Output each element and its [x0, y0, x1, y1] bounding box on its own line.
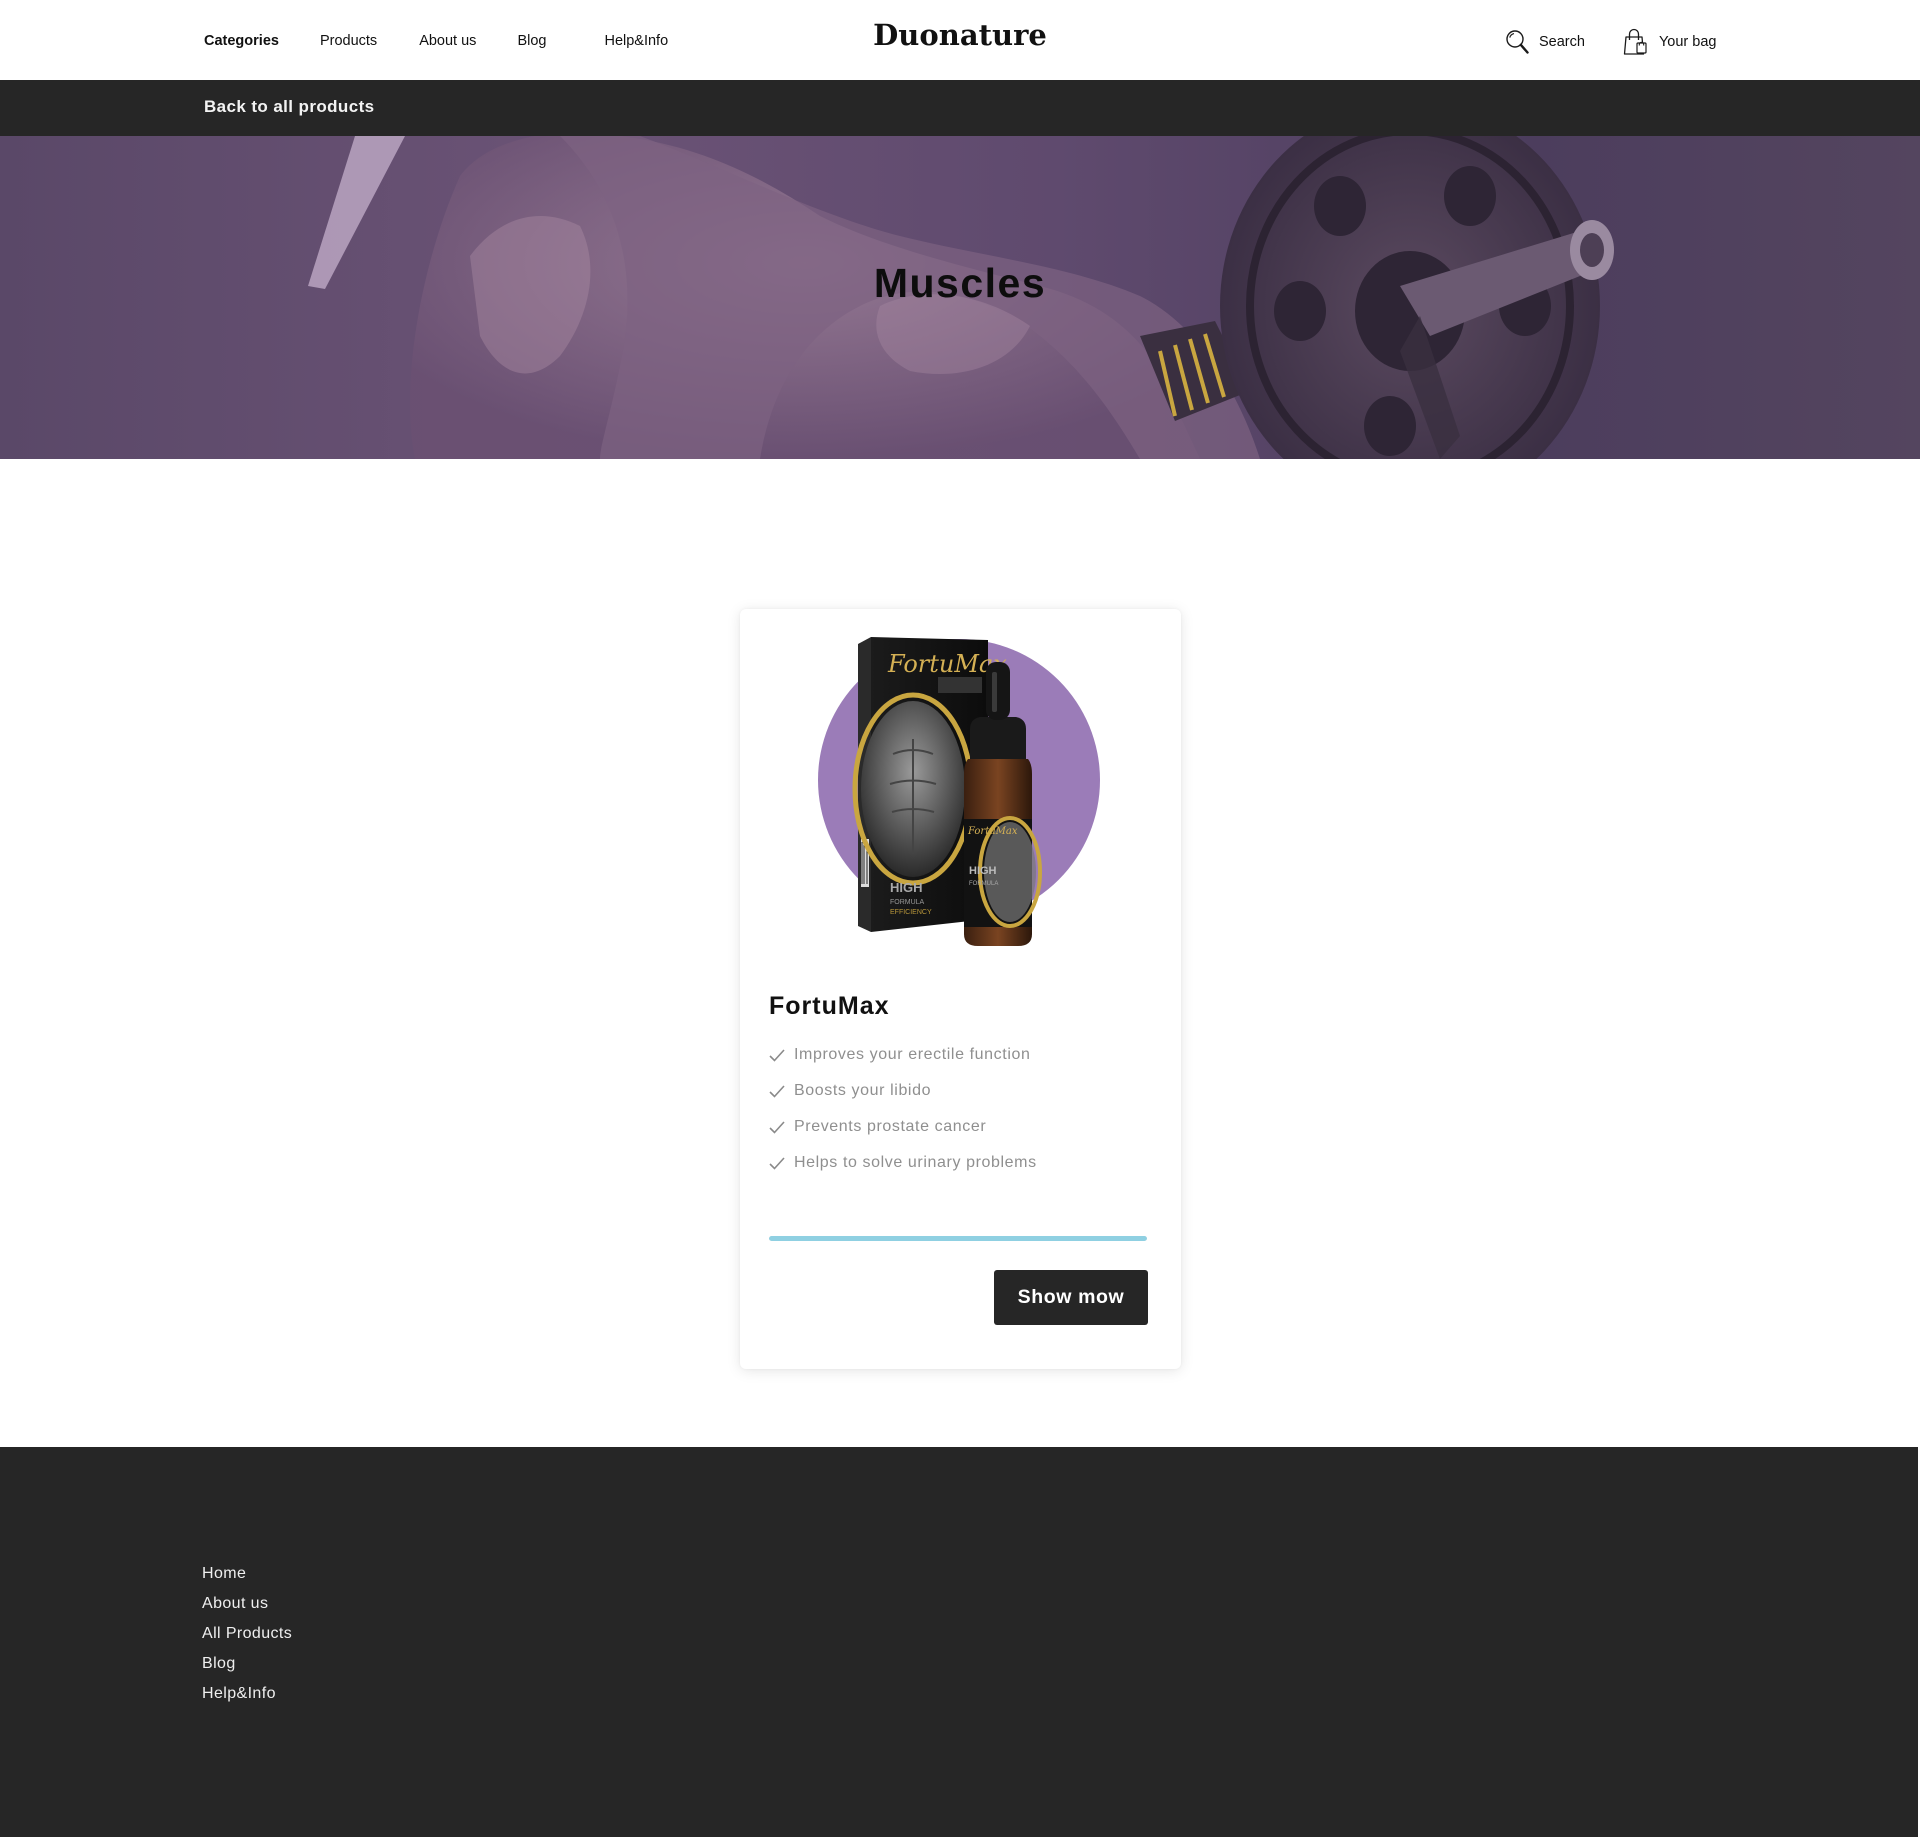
product-image[interactable]: FortuMax HIGH FORMULA EFFICIENCY FortuMa…	[818, 634, 1104, 964]
site-footer: Home About us All Products Blog Help&Inf…	[0, 1447, 1918, 1837]
check-icon	[769, 1156, 785, 1170]
nav-help-info[interactable]: Help&Info	[604, 33, 668, 49]
check-icon	[769, 1084, 785, 1098]
header-actions: Search Your bag	[1505, 28, 1716, 56]
site-logo[interactable]: Duonature	[873, 18, 1047, 52]
search-label: Search	[1539, 34, 1585, 50]
search-button[interactable]: Search	[1505, 29, 1585, 55]
nav-about-us[interactable]: About us	[419, 33, 476, 49]
footer-link-home[interactable]: Home	[202, 1565, 292, 1595]
search-icon	[1506, 30, 1529, 54]
svg-text:FORMULA: FORMULA	[969, 881, 998, 887]
feature-item: Helps to solve urinary problems	[769, 1145, 1037, 1181]
footer-link-blog[interactable]: Blog	[202, 1655, 292, 1685]
product-progress-fill	[769, 1236, 1147, 1241]
product-name[interactable]: FortuMax	[769, 992, 890, 1021]
site-header: Categories Products About us Blog Help&I…	[0, 0, 1920, 80]
product-features: Improves your erectile function Boosts y…	[769, 1037, 1037, 1181]
nav-categories[interactable]: Categories	[204, 33, 279, 49]
footer-link-about-us[interactable]: About us	[202, 1595, 292, 1625]
show-now-button[interactable]: Show mow	[994, 1270, 1148, 1325]
feature-item: Improves your erectile function	[769, 1037, 1037, 1073]
svg-text:FortuMax: FortuMax	[967, 826, 1018, 837]
check-icon	[769, 1120, 785, 1134]
feature-text: Boosts your libido	[794, 1082, 932, 1099]
svg-text:HIGH: HIGH	[969, 865, 997, 877]
feature-item: Boosts your libido	[769, 1073, 1037, 1109]
bag-button[interactable]: Your bag	[1623, 28, 1717, 56]
svg-text:EFFICIENCY: EFFICIENCY	[890, 909, 932, 916]
feature-text: Helps to solve urinary problems	[794, 1154, 1037, 1171]
bag-label: Your bag	[1658, 34, 1717, 50]
svg-text:HIGH: HIGH	[890, 880, 923, 895]
product-progress-bar	[769, 1236, 1147, 1241]
footer-link-all-products[interactable]: All Products	[202, 1625, 292, 1655]
main-nav: Categories Products About us Blog Help&I…	[204, 33, 668, 49]
check-icon	[769, 1048, 785, 1062]
back-bar: Back to all products	[0, 80, 1920, 136]
product-card[interactable]: FortuMax HIGH FORMULA EFFICIENCY FortuMa…	[740, 609, 1181, 1369]
nav-products[interactable]: Products	[320, 33, 377, 49]
feature-text: Improves your erectile function	[794, 1046, 1031, 1063]
back-to-products-link[interactable]: Back to all products	[204, 97, 374, 117]
feature-text: Prevents prostate cancer	[794, 1118, 987, 1135]
footer-link-help-info[interactable]: Help&Info	[202, 1685, 292, 1715]
category-hero-banner: Muscles	[0, 136, 1920, 459]
nav-blog[interactable]: Blog	[517, 33, 546, 49]
svg-text:FORMULA: FORMULA	[890, 899, 925, 906]
category-title: Muscles	[873, 260, 1047, 306]
shopping-bag-icon	[1623, 28, 1647, 55]
feature-item: Prevents prostate cancer	[769, 1109, 1037, 1145]
footer-links: Home About us All Products Blog Help&Inf…	[202, 1565, 292, 1715]
